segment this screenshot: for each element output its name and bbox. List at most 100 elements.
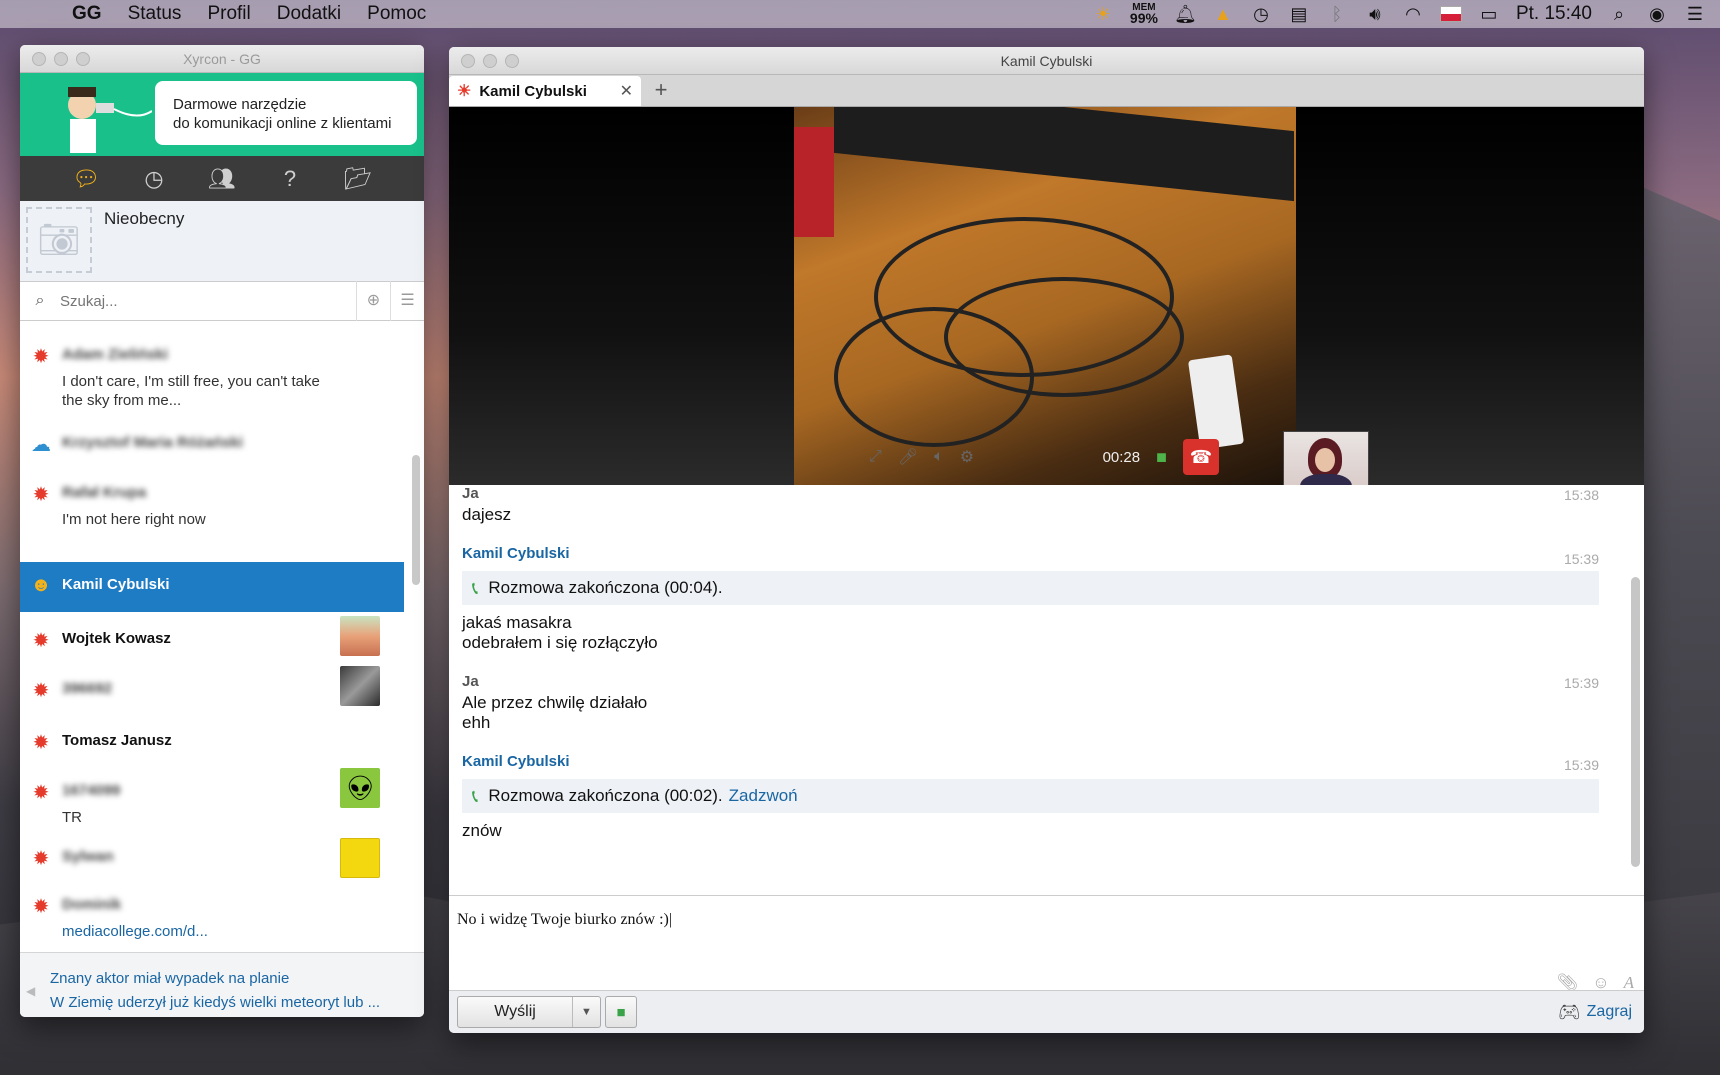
menu-dodatki[interactable]: Dodatki	[277, 3, 341, 25]
spotlight-search-icon[interactable]: ⌕	[1608, 4, 1630, 25]
help-icon[interactable]: ?	[276, 165, 304, 193]
status-away-icon: ☁	[31, 434, 51, 456]
pip-face	[1315, 448, 1335, 472]
notification-bell-icon[interactable]: 🔔︎	[1174, 4, 1197, 25]
message-text: ehh	[462, 713, 491, 732]
alert-icon[interactable]: ▲	[1212, 4, 1234, 25]
play-game-button[interactable]: 🎮︎ Zagraj	[1558, 1002, 1632, 1023]
list-options-icon[interactable]: ☰	[390, 281, 424, 321]
chat-titlebar[interactable]: Kamil Cybulski	[449, 47, 1644, 75]
gamepad-icon: 🎮︎	[1557, 1001, 1581, 1022]
message-history: Ja 15:38 dajesz Kamil Cybulski 15:39 📞︎ …	[449, 485, 1629, 895]
status-busy-icon: ✹	[32, 484, 50, 506]
news-link-2[interactable]: W Ziemię uderzył już kiedyś wielki meteo…	[50, 991, 424, 1015]
menu-profil[interactable]: Profil	[207, 3, 250, 25]
promo-banner[interactable]: Darmowe narzędzie do komunikacji online …	[20, 73, 424, 156]
battery-icon[interactable]: ▭	[1478, 4, 1500, 25]
list-item-selected[interactable]: ☻ Kamil Cybulski	[20, 562, 404, 612]
window-controls	[461, 54, 519, 68]
list-item[interactable]: ✹ Tomasz Janusz	[20, 712, 404, 764]
call-back-link[interactable]: Zadzwoń	[729, 786, 798, 806]
menu-pomoc[interactable]: Pomoc	[367, 3, 426, 25]
list-item[interactable]: ✹ Sylwan	[20, 834, 404, 884]
bluetooth-icon[interactable]: ᛒ	[1326, 4, 1348, 25]
contacts-titlebar[interactable]: Xyrcon - GG	[20, 45, 424, 73]
settings-gear-icon[interactable]: ⚙	[960, 447, 974, 467]
video-call-button[interactable]: ■	[605, 996, 637, 1028]
status-busy-icon: ✹	[32, 680, 50, 702]
history-icon[interactable]: ◷	[140, 165, 168, 193]
language-flag-icon[interactable]	[1439, 6, 1462, 22]
contacts-toolbar: 💬︎ ◷ 👥︎ ? 📂︎	[20, 156, 424, 201]
send-button[interactable]: Wyślij ▼	[457, 996, 601, 1028]
menu-app[interactable]: GG	[72, 3, 102, 25]
banner-line-1: Darmowe narzędzie	[173, 96, 307, 113]
menubar-clock[interactable]: Pt. 15:40	[1516, 3, 1592, 25]
fullscreen-icon[interactable]: ⤢	[869, 448, 882, 466]
news-link-1[interactable]: Znany aktor miał wypadek na planie	[50, 967, 424, 991]
avatar	[340, 838, 380, 878]
mascot-illustration	[42, 81, 152, 153]
tab-kamil-cybulski[interactable]: ☀ Kamil Cybulski ✕	[449, 76, 641, 106]
wifi-icon[interactable]: ◠	[1402, 4, 1424, 25]
search-input[interactable]	[60, 292, 356, 310]
notification-center-icon[interactable]: ☰	[1684, 4, 1706, 25]
message-text: Ale przez chwilę działało	[462, 693, 648, 712]
list-item[interactable]: ✹ Rafał Krupa I'm not here right now	[20, 466, 404, 562]
menu-status[interactable]: Status	[128, 3, 182, 25]
message-scrollbar[interactable]	[1631, 577, 1640, 867]
list-item[interactable]: ✹ 1674099 TR 👽︎	[20, 764, 404, 834]
call-controls: ⤢ 🎤︎ 🔈︎ ⚙ 00:28 ■ ☎	[859, 437, 1229, 477]
user-icon[interactable]: ◉	[1646, 4, 1668, 25]
hang-up-button[interactable]: ☎	[1183, 439, 1219, 475]
status-busy-icon: ✹	[32, 630, 50, 652]
contact-name: Adam Zieliński	[62, 346, 168, 363]
minimize-window-button[interactable]	[483, 54, 497, 68]
close-window-button[interactable]	[461, 54, 475, 68]
list-item[interactable]: ✹ Wojtek Kowasz	[20, 612, 404, 662]
contact-list-scrollbar[interactable]	[412, 455, 420, 585]
microphone-icon[interactable]: 🎤︎	[898, 447, 918, 467]
status-busy-icon: ✹	[32, 346, 50, 368]
zoom-window-button[interactable]	[505, 54, 519, 68]
close-tab-icon[interactable]: ✕	[620, 81, 633, 101]
chats-icon[interactable]: 💬︎	[72, 165, 100, 193]
call-summary-text: Rozmowa zakończona (00:02).	[488, 786, 723, 805]
list-item[interactable]: ✹ 396692	[20, 662, 404, 712]
camera-icon[interactable]: 📷︎	[26, 207, 92, 273]
banner-line-2: do komunikacji online z klientami	[173, 115, 392, 132]
contact-description-link[interactable]: mediacollege.com/d...	[62, 922, 404, 941]
contact-name: Rafał Krupa	[62, 484, 147, 501]
profile-status[interactable]: Nieobecny	[104, 209, 184, 229]
weather-icon[interactable]: ☀	[1092, 4, 1114, 25]
speaker-icon[interactable]: 🔈︎	[934, 448, 944, 466]
list-item[interactable]: ✹ Dominik mediacollege.com/d...	[20, 884, 404, 947]
minimize-window-button[interactable]	[54, 52, 68, 66]
contacts-icon[interactable]: 👥︎	[208, 165, 236, 193]
close-window-button[interactable]	[32, 52, 46, 66]
avatar	[340, 616, 380, 656]
list-item[interactable]: ☁ Krzysztof Maria Różański	[20, 418, 404, 466]
chat-tabbar: ☀ Kamil Cybulski ✕ +	[449, 75, 1644, 107]
zoom-window-button[interactable]	[76, 52, 90, 66]
message-input-text: No i widzę Twoje biurko znów :)	[457, 911, 669, 928]
call-summary-text: Rozmowa zakończona (00:04).	[488, 578, 723, 597]
new-tab-button[interactable]: +	[641, 76, 681, 106]
alien-avatar: 👽︎	[340, 768, 380, 808]
volume-icon[interactable]: 🔊︎	[1364, 4, 1386, 25]
folder-icon[interactable]: 📂︎	[344, 165, 372, 193]
memory-indicator[interactable]: MEM 99%	[1130, 2, 1158, 26]
list-item[interactable]: ✹ Adam Zieliński I don't care, I'm still…	[20, 322, 404, 418]
keyboard-icon[interactable]: ▤	[1288, 4, 1310, 25]
time-machine-icon[interactable]: ◷	[1250, 4, 1272, 25]
send-options-chevron-down-icon[interactable]: ▼	[572, 997, 600, 1027]
message: Ja 15:38 dajesz	[449, 485, 1629, 525]
menubar: GG Status Profil Dodatki Pomoc ☀ MEM 99% …	[0, 0, 1720, 28]
message-time: 15:39	[1563, 675, 1599, 691]
add-contact-icon[interactable]: ⊕	[356, 281, 390, 321]
news-prev-icon[interactable]: ◀	[26, 979, 35, 1003]
message-input[interactable]: No i widzę Twoje biurko znów :)| 📎︎ ☺ A	[449, 901, 1644, 1001]
message-author: Kamil Cybulski	[462, 753, 570, 770]
contact-name: Dominik	[62, 896, 122, 913]
camera-toggle-icon[interactable]: ■	[1156, 447, 1167, 468]
